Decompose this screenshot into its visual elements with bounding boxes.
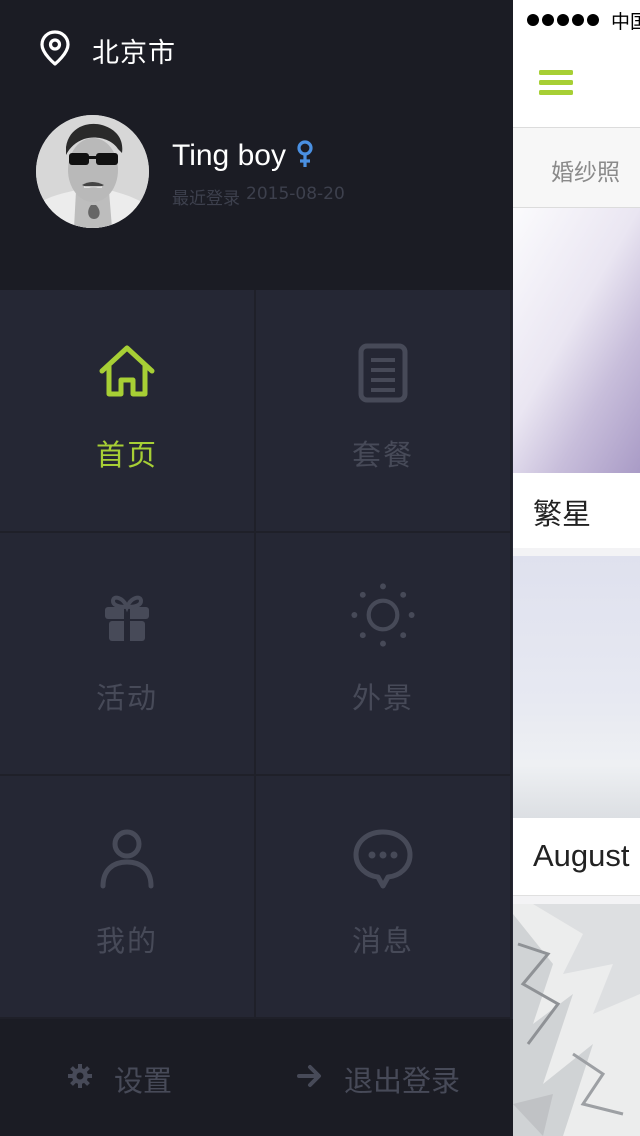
- user-name: Ting boy: [172, 139, 286, 172]
- person-icon: [95, 826, 159, 890]
- hamburger-menu-icon[interactable]: [539, 70, 573, 96]
- status-bar: 中国: [513, 0, 640, 40]
- category-tab-bar: 婚纱照: [513, 128, 640, 208]
- menu-item-messages[interactable]: 消息: [256, 776, 512, 1019]
- menu-item-label: 消息: [351, 924, 414, 958]
- card-image[interactable]: [513, 904, 640, 1136]
- drawer-footer: 设置 退出登录: [0, 1019, 513, 1136]
- menu-item-label: 外景: [351, 681, 414, 715]
- gift-icon: [95, 583, 159, 647]
- document-icon: [351, 340, 415, 404]
- logout-label: 退出登录: [344, 1064, 461, 1098]
- tab-wedding-photos[interactable]: 婚纱照: [551, 153, 620, 187]
- signal-strength-icon: [527, 14, 599, 26]
- menu-item-label: 套餐: [351, 438, 414, 472]
- menu-item-activities[interactable]: 活动: [0, 533, 256, 776]
- female-symbol-icon: [286, 139, 314, 173]
- card-title-bar[interactable]: August: [513, 818, 640, 896]
- drawer-header: 北京市 Ting boy 最近登录 2015-08-20: [0, 0, 513, 290]
- card-title-bar[interactable]: 繁星: [513, 473, 640, 548]
- menu-item-packages[interactable]: 套餐: [256, 290, 512, 533]
- carrier-label: 中国: [611, 10, 640, 33]
- last-login-label: 最近登录: [172, 189, 240, 209]
- settings-label: 设置: [114, 1064, 173, 1098]
- location-pin-icon: [38, 29, 72, 71]
- menu-item-outdoor[interactable]: 外景: [256, 533, 512, 776]
- menu-item-label: 首页: [95, 438, 158, 472]
- menu-item-label: 活动: [95, 681, 158, 715]
- side-drawer: 北京市 Ting boy 最近登录 2015-08-20 首页 套餐 活动 外景…: [0, 0, 513, 1136]
- logout-button[interactable]: 退出登录: [296, 1059, 460, 1099]
- last-login-date: 2015-08-20: [246, 184, 345, 204]
- card-image[interactable]: [513, 208, 640, 473]
- last-login-info: 最近登录 2015-08-20: [172, 184, 345, 209]
- gear-icon: [66, 1062, 114, 1097]
- card-image[interactable]: [513, 556, 640, 818]
- user-name-row[interactable]: Ting boy: [172, 136, 314, 176]
- menu-item-home[interactable]: 首页: [0, 290, 256, 533]
- home-icon: [95, 340, 159, 404]
- card-title: August: [533, 838, 630, 873]
- menu-item-profile[interactable]: 我的: [0, 776, 256, 1019]
- card-title: 繁星: [533, 497, 592, 531]
- location-selector[interactable]: 北京市: [38, 30, 176, 70]
- city-label: 北京市: [92, 37, 176, 69]
- avatar[interactable]: [36, 115, 149, 228]
- menu-grid: 首页 套餐 活动 外景 我的 消息: [0, 290, 513, 1019]
- arrow-right-icon: [296, 1062, 344, 1097]
- sun-icon: [351, 583, 415, 647]
- chat-bubble-icon: [351, 826, 415, 890]
- main-content-peek[interactable]: 中国 婚纱照 繁星 August: [513, 0, 640, 1136]
- settings-button[interactable]: 设置: [66, 1059, 172, 1099]
- top-navbar: [513, 40, 640, 128]
- menu-item-label: 我的: [95, 924, 158, 958]
